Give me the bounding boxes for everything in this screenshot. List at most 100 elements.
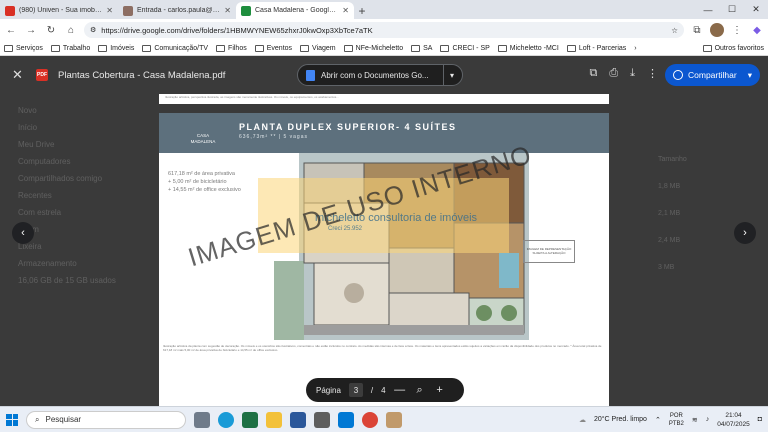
menu-kebab-icon[interactable]: ⋮: [730, 23, 744, 37]
tab-close-icon[interactable]: ✕: [106, 6, 113, 15]
paint-icon[interactable]: [386, 411, 402, 428]
bookmark-loft[interactable]: Loft - Parcerias: [566, 44, 626, 52]
folder-icon: [142, 44, 152, 52]
tab-close-icon[interactable]: ✕: [224, 6, 231, 15]
edge-icon[interactable]: [218, 411, 234, 428]
copilot-icon[interactable]: ◆: [750, 23, 764, 37]
add-to-drive-icon[interactable]: ⧉: [589, 67, 597, 80]
bookmark-servicos[interactable]: Serviços: [4, 44, 43, 52]
tab-close-icon[interactable]: ✕: [342, 6, 349, 15]
bookmark-micheletto[interactable]: Micheletto -MCI: [497, 44, 559, 52]
clock[interactable]: 21:04 04/07/2025: [717, 411, 750, 429]
page-title: PLANTA DUPLEX SUPERIOR- 4 SUÍTES: [239, 122, 457, 132]
bookmark-imoveis[interactable]: Imóveis: [98, 44, 135, 52]
word-icon[interactable]: [290, 411, 306, 428]
folder-icon: [98, 44, 108, 52]
wifi-icon[interactable]: ≋: [692, 416, 698, 424]
bookmark-nfe[interactable]: NFe-Micheletto: [343, 44, 404, 52]
extensions-icon[interactable]: ⧉: [690, 23, 704, 37]
bookmark-creci[interactable]: CRECI - SP: [440, 44, 490, 52]
open-with-label: Abrir com o Documentos Go...: [321, 70, 429, 80]
site-info-icon[interactable]: ⚙: [90, 26, 96, 34]
excel-icon[interactable]: [242, 411, 258, 428]
drive-favicon-icon: [241, 5, 251, 16]
current-page-input[interactable]: 3: [348, 383, 363, 397]
url-input[interactable]: ⚙ https://drive.google.com/drive/folders…: [84, 22, 684, 38]
reload-icon[interactable]: ↻: [44, 23, 58, 37]
drive-nav-item: Spam: [18, 225, 138, 242]
tab-univen[interactable]: (980) Univen - Sua imobiliária e ✕: [0, 2, 118, 19]
windows-start-icon[interactable]: [6, 413, 18, 426]
bookmark-star-icon[interactable]: ☆: [671, 26, 678, 35]
bookmark-comunicacao[interactable]: Comunicação/TV: [142, 44, 208, 52]
folder-icon: [254, 44, 264, 52]
tab-email[interactable]: Entrada - carlos.paula@michelett ✕: [118, 2, 236, 19]
windows-taskbar: ⌕ Pesquisar ☁ 20°C Pred. limpo ⌃ POR PTB…: [0, 406, 768, 432]
language-indicator[interactable]: POR PTB2: [669, 412, 684, 428]
download-icon[interactable]: ⤓: [630, 67, 635, 80]
share-label: Compartilhar: [688, 70, 737, 80]
url-text: https://drive.google.com/drive/folders/1…: [101, 25, 373, 35]
more-options-icon[interactable]: ⋮: [647, 67, 658, 80]
mail-icon[interactable]: [338, 411, 354, 428]
bookmarks-more-button[interactable]: ›: [634, 45, 636, 52]
next-page-arrow[interactable]: ›: [734, 222, 756, 244]
size-cell: 2,1 MB: [658, 210, 681, 217]
bookmark-eventos[interactable]: Eventos: [254, 44, 293, 52]
back-icon[interactable]: ←: [4, 23, 18, 37]
notifications-icon[interactable]: ◘: [758, 416, 762, 423]
area-line: 617,18 m² de área privativa: [168, 171, 235, 177]
zoom-in-button[interactable]: +: [434, 384, 446, 396]
previous-page-arrow[interactable]: ‹: [12, 222, 34, 244]
bookmark-sa[interactable]: SA: [411, 44, 432, 52]
folder-icon: [216, 44, 226, 52]
task-view-icon[interactable]: [194, 411, 210, 428]
bookmark-label: CRECI - SP: [452, 44, 490, 52]
bookmark-filhos[interactable]: Filhos: [216, 44, 247, 52]
store-icon[interactable]: [314, 411, 330, 428]
tray-overflow-icon[interactable]: ⌃: [655, 416, 661, 424]
weather-icon[interactable]: ☁: [579, 416, 586, 424]
other-bookmarks[interactable]: Outros favoritos: [702, 44, 764, 52]
footnote-text: Ilustração artística da planta com suges…: [163, 344, 602, 352]
taskbar-search-input[interactable]: ⌕ Pesquisar: [26, 410, 186, 429]
zoom-icon[interactable]: ⌕: [414, 384, 426, 397]
close-window-button[interactable]: ✕: [744, 0, 768, 19]
maximize-button[interactable]: ☐: [720, 0, 744, 19]
minimize-button[interactable]: —: [696, 0, 720, 19]
folder-icon: [566, 44, 576, 52]
tab-label: (980) Univen - Sua imobiliária e: [19, 7, 102, 14]
print-icon[interactable]: ⎙: [609, 67, 618, 80]
tab-google-drive[interactable]: Casa Madalena - Google Drive ✕: [236, 2, 354, 19]
bookmark-label: Filhos: [228, 44, 247, 52]
bookmark-viagem[interactable]: Viagem: [300, 44, 336, 52]
open-with-button[interactable]: Abrir com o Documentos Go... ▾: [297, 64, 463, 86]
close-icon[interactable]: ✕: [12, 67, 26, 83]
zoom-out-button[interactable]: —: [394, 384, 406, 396]
drive-sidebar: Novo Início Meu Drive Computadores Compa…: [18, 106, 138, 293]
pdf-file-icon: PDF: [36, 69, 48, 81]
area-line: + 5,00 m² de bicicletário: [168, 179, 227, 185]
bookmark-label: Trabalho: [62, 44, 91, 52]
bookmark-label: NFe-Micheletto: [355, 44, 404, 52]
bookmark-trabalho[interactable]: Trabalho: [50, 44, 91, 52]
weather-text[interactable]: 20°C Pred. limpo: [594, 416, 647, 423]
chrome-icon[interactable]: [362, 411, 378, 428]
browser-tab-bar: (980) Univen - Sua imobiliária e ✕ Entra…: [0, 0, 768, 19]
share-button[interactable]: Compartilhar ▾: [665, 64, 760, 86]
new-tab-button[interactable]: +: [354, 2, 370, 19]
chevron-down-icon[interactable]: ▾: [450, 71, 454, 80]
bookmark-label: Eventos: [266, 44, 293, 52]
bookmark-label: Imóveis: [110, 44, 135, 52]
google-docs-icon: [306, 69, 315, 81]
home-icon[interactable]: ⌂: [64, 23, 78, 37]
tab-label: Casa Madalena - Google Drive: [255, 7, 338, 14]
forward-icon[interactable]: →: [24, 23, 38, 37]
clock-time: 21:04: [725, 411, 742, 419]
note-box: IMAGEM DE REPRESENTAÇÃO SUJEITA A ALTERA…: [523, 240, 575, 263]
search-placeholder: Pesquisar: [45, 415, 82, 424]
file-explorer-icon[interactable]: [266, 411, 282, 428]
profile-avatar[interactable]: [710, 23, 724, 37]
chevron-down-icon[interactable]: ▾: [748, 70, 752, 81]
volume-icon[interactable]: ♪: [706, 416, 710, 423]
